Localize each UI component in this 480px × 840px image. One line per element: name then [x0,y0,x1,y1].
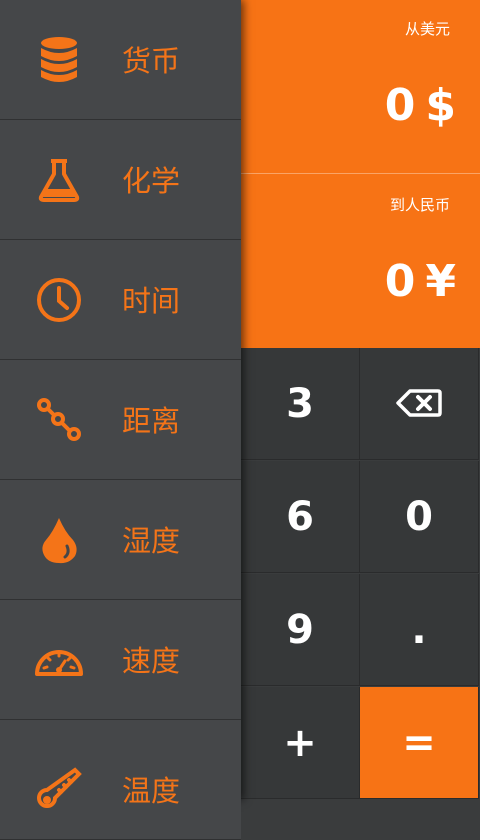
sidebar-item-temperature[interactable]: 温度 [0,720,241,840]
flask-icon [34,155,84,205]
to-currency-label: 到人民币 [389,196,450,214]
droplet-icon [34,515,84,565]
from-currency-label: 从美元 [404,20,450,38]
sidebar-item-label: 距离 [122,403,181,438]
key-plus[interactable]: + [241,687,360,799]
to-value-display: 0 ¥ [385,256,456,307]
sidebar-item-label: 湿度 [122,523,181,558]
key-decimal[interactable]: . [360,574,479,686]
yuan-symbol: ¥ [425,256,456,307]
key-0[interactable]: 0 [360,461,479,573]
sidebar-item-label: 温度 [122,774,181,809]
sidebar-item-distance[interactable]: 距离 [0,360,241,480]
from-amount: 0 [384,80,416,131]
route-icon [34,395,84,445]
key-6[interactable]: 6 [241,461,360,573]
from-value-display: 0 $ [385,80,456,131]
key-3[interactable]: 3 [241,348,360,460]
sidebar-item-label: 化学 [122,163,181,198]
sidebar-item-speed[interactable]: 速度 [0,600,241,720]
dollar-symbol: $ [425,80,456,131]
sidebar-item-humidity[interactable]: 湿度 [0,480,241,600]
from-currency-panel[interactable]: 从美元 0 $ [241,0,480,174]
sidebar-item-label: 货币 [122,43,181,78]
sidebar-item-currency[interactable]: 货币 [0,0,241,120]
backspace-icon [396,381,442,427]
backspace-button[interactable] [360,348,479,460]
to-currency-panel[interactable]: 到人民币 0 ¥ [241,174,480,348]
sidebar-item-label: 速度 [122,643,181,678]
to-amount: 0 [384,256,416,307]
key-equals[interactable]: = [360,687,479,799]
thermometer-icon [34,765,84,815]
speedometer-icon [34,635,84,685]
key-9[interactable]: 9 [241,574,360,686]
sidebar-item-chemistry[interactable]: 化学 [0,120,241,240]
keypad: 3 6 0 9 . + = [241,348,480,800]
sidebar-item-label: 时间 [122,283,181,318]
clock-icon [34,275,84,325]
category-sidebar: 货币 化学 时间 距离 湿度 速度 温度 [0,0,241,840]
sidebar-item-time[interactable]: 时间 [0,240,241,360]
coins-icon [34,35,84,85]
conversion-display: 从美元 0 $ 到人民币 0 ¥ [241,0,480,348]
